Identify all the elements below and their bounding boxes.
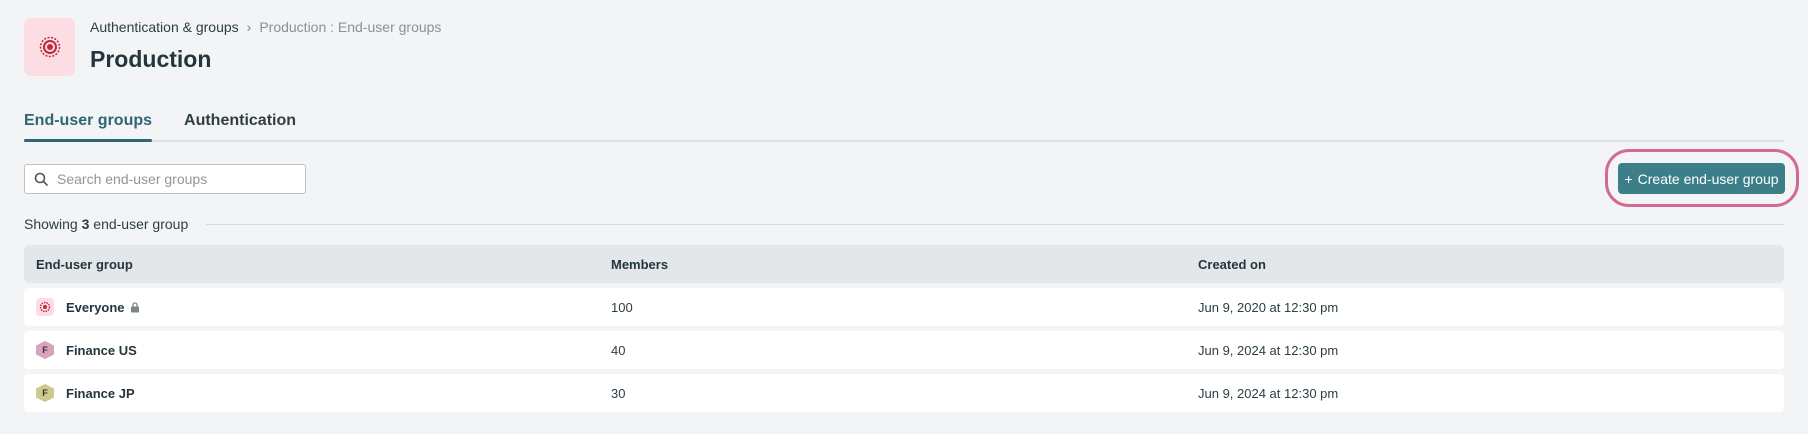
chevron-right-icon: › — [246, 19, 252, 35]
created-cell: Jun 9, 2024 at 12:30 pm — [1198, 385, 1339, 401]
plus-icon: + — [1624, 170, 1633, 187]
divider — [206, 223, 1784, 225]
search-icon — [34, 172, 48, 186]
page-title: Production — [90, 46, 212, 72]
table-header: End-user group Members Created on — [24, 245, 1784, 283]
lock-icon — [130, 301, 140, 313]
created-cell: Jun 9, 2020 at 12:30 pm — [1198, 299, 1339, 315]
end-user-groups-table: End-user group Members Created on Everyo… — [24, 245, 1784, 412]
breadcrumb: Authentication & groups › Production : E… — [90, 19, 441, 35]
result-count: Showing 3 end-user group — [24, 214, 1784, 234]
members-cell: 30 — [611, 385, 626, 401]
target-icon — [39, 36, 60, 58]
created-cell: Jun 9, 2024 at 12:30 pm — [1198, 342, 1339, 358]
count-value: 3 — [81, 216, 90, 232]
group-cell: F Finance US — [24, 341, 611, 359]
column-header-created[interactable]: Created on — [1198, 257, 1784, 272]
members-cell: 100 — [611, 299, 633, 315]
members-cell: 40 — [611, 342, 626, 358]
count-suffix: end-user group — [93, 216, 189, 232]
table-row[interactable]: Everyone 100 Jun 9, 2020 at 12:30 pm — [24, 288, 1784, 326]
breadcrumb-parent-link[interactable]: Authentication & groups — [90, 19, 239, 35]
breadcrumb-current: Production : End-user groups — [259, 19, 442, 35]
hexagon-avatar: F — [36, 384, 54, 402]
group-name[interactable]: Finance JP — [66, 386, 135, 401]
column-header-members[interactable]: Members — [611, 257, 1198, 272]
tab-bar: End-user groups Authentication — [24, 104, 1784, 142]
tab-end-user-groups[interactable]: End-user groups — [24, 104, 153, 142]
production-logo — [24, 18, 75, 76]
column-header-group[interactable]: End-user group — [24, 257, 611, 272]
group-cell: Everyone — [24, 298, 611, 316]
create-end-user-group-button[interactable]: + Create end-user group — [1618, 163, 1785, 194]
everyone-icon — [36, 298, 54, 316]
create-button-label: Create end-user group — [1637, 170, 1779, 187]
group-name[interactable]: Everyone — [66, 300, 125, 315]
search-box — [24, 164, 306, 194]
group-name[interactable]: Finance US — [66, 343, 137, 358]
search-input[interactable] — [55, 170, 289, 188]
count-prefix: Showing — [24, 216, 78, 232]
table-row[interactable]: F Finance JP 30 Jun 9, 2024 at 12:30 pm — [24, 374, 1784, 412]
group-cell: F Finance JP — [24, 384, 611, 402]
tab-authentication[interactable]: Authentication — [184, 104, 296, 138]
table-row[interactable]: F Finance US 40 Jun 9, 2024 at 12:30 pm — [24, 331, 1784, 369]
hexagon-avatar: F — [36, 341, 54, 359]
